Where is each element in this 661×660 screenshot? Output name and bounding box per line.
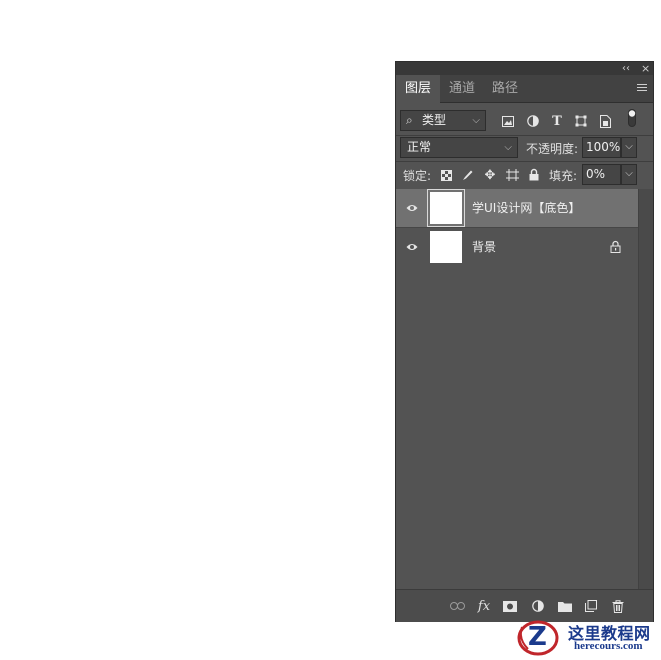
- shape-filter-icon[interactable]: [573, 113, 589, 129]
- blend-row: 正常 ⌵ 不透明度: 100% ⌵: [396, 137, 653, 159]
- lock-transparent-icon[interactable]: [439, 168, 453, 182]
- search-icon: ⌕: [406, 113, 413, 127]
- chevron-down-icon: ⌵: [504, 142, 512, 153]
- layer-name[interactable]: 背景: [472, 228, 496, 266]
- visibility-eye-icon[interactable]: [406, 202, 418, 214]
- lock-label: 锁定:: [403, 169, 432, 183]
- blend-mode-dropdown[interactable]: 正常 ⌵: [400, 137, 518, 158]
- layers-panel: ‹‹ × 图层 通道 路径 ⌕ 类型 ⌵ T 正常 ⌵ 不透明度: 100% ⌵…: [395, 61, 654, 622]
- filter-row: ⌕ 类型 ⌵ T: [396, 109, 653, 132]
- lock-artboard-icon[interactable]: [505, 168, 519, 182]
- type-filter-icon[interactable]: T: [549, 113, 565, 129]
- separator: [396, 135, 653, 136]
- layer-row[interactable]: 学UI设计网【底色】: [396, 189, 638, 227]
- layer-lock-icon[interactable]: [610, 240, 622, 254]
- opacity-input[interactable]: 100%: [582, 137, 621, 158]
- tab-paths[interactable]: 路径: [483, 75, 527, 103]
- watermark-logo: Z: [516, 619, 560, 657]
- lock-all-icon[interactable]: [527, 167, 541, 181]
- new-fill-adjustment-icon[interactable]: [530, 598, 546, 614]
- new-group-icon[interactable]: [557, 598, 573, 614]
- layers-list: 学UI设计网【底色】 背景: [396, 189, 638, 589]
- collapse-panel-button[interactable]: ‹‹: [622, 62, 630, 75]
- layer-thumbnail[interactable]: [427, 189, 465, 227]
- lock-image-icon[interactable]: [461, 168, 475, 182]
- new-layer-icon[interactable]: [583, 598, 599, 614]
- layer-row[interactable]: 背景: [396, 228, 638, 266]
- fill-dropdown-button[interactable]: ⌵: [621, 164, 637, 185]
- fill-input[interactable]: 0%: [582, 164, 621, 185]
- layers-scrollbar[interactable]: [638, 189, 653, 589]
- opacity-dropdown-button[interactable]: ⌵: [621, 137, 637, 158]
- watermark-url: herecours.com: [574, 640, 643, 652]
- smart-object-filter-icon[interactable]: [597, 113, 613, 129]
- kind-filter-label: 类型: [422, 113, 447, 127]
- filter-toggle-icon[interactable]: [624, 109, 640, 127]
- delete-layer-icon[interactable]: [610, 598, 626, 614]
- chevron-down-icon: ⌵: [472, 115, 480, 126]
- layer-thumbnail[interactable]: [430, 231, 462, 263]
- image-filter-icon[interactable]: [500, 113, 516, 129]
- fx-icon[interactable]: fx: [476, 598, 492, 614]
- blend-mode-value: 正常: [407, 140, 432, 154]
- site-watermark: Z 这里教程网 herecours.com: [514, 617, 661, 660]
- panel-menu-icon[interactable]: [637, 82, 647, 94]
- opacity-label: 不透明度:: [526, 142, 579, 156]
- add-mask-icon[interactable]: [502, 598, 518, 614]
- layer-name[interactable]: 学UI设计网【底色】: [472, 189, 580, 227]
- adjustment-filter-icon[interactable]: [525, 113, 541, 129]
- tab-layers[interactable]: 图层: [396, 75, 441, 103]
- kind-filter-dropdown[interactable]: ⌕ 类型 ⌵: [400, 110, 486, 131]
- lock-position-icon[interactable]: ✥: [483, 168, 497, 183]
- lock-row: 锁定: ✥ 填充: 0% ⌵: [396, 164, 653, 186]
- panel-titlebar: ‹‹ ×: [396, 62, 653, 75]
- tab-channels[interactable]: 通道: [440, 75, 484, 103]
- close-panel-button[interactable]: ×: [641, 62, 650, 75]
- link-layers-icon[interactable]: [449, 598, 465, 614]
- watermark-logo-letter: Z: [528, 622, 547, 652]
- panel-tabs: 图层 通道 路径: [396, 75, 653, 103]
- separator: [396, 161, 653, 162]
- visibility-eye-icon[interactable]: [406, 241, 418, 253]
- fill-label: 填充:: [549, 169, 578, 183]
